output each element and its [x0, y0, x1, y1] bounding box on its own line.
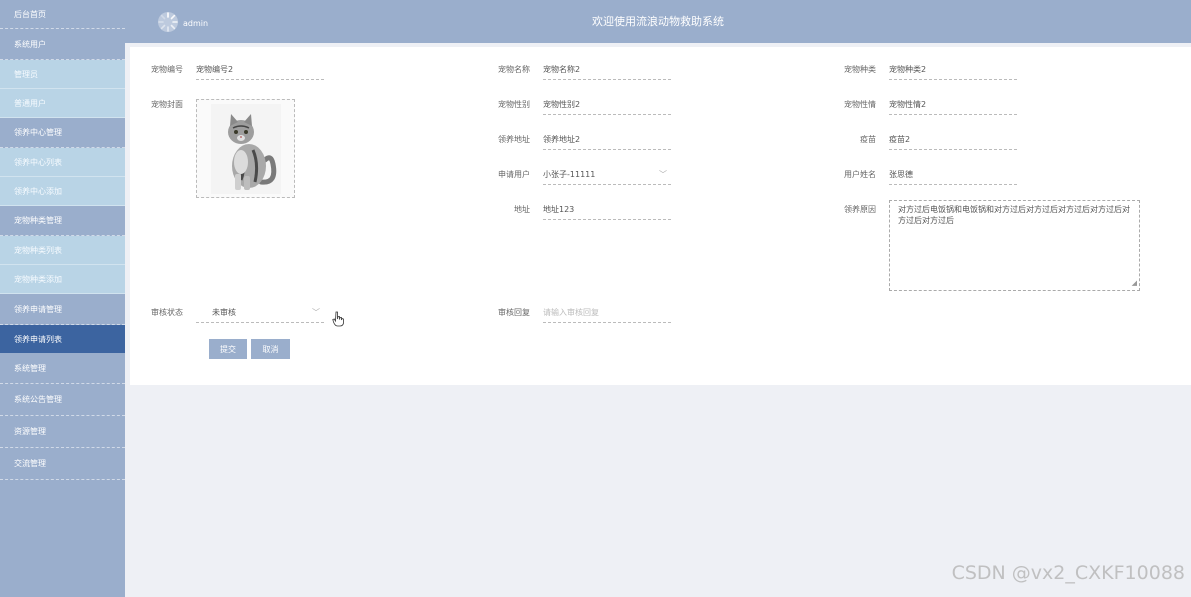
sidebar-item[interactable]: 宠物种类列表: [0, 236, 125, 265]
sidebar-item[interactable]: 领养中心列表: [0, 148, 125, 177]
sidebar-item[interactable]: 交流管理: [0, 448, 125, 480]
adopt-address-label: 领养地址: [498, 135, 530, 144]
adopt-reason-textarea[interactable]: 对方过后电饭锅和电饭锅和对方过后对方过后对方过后对方过后对方过后对方过后 ◢: [889, 200, 1140, 291]
sidebar-item[interactable]: 资源管理: [0, 416, 125, 448]
pet-name-input[interactable]: 宠物名称2: [543, 64, 671, 80]
field-vaccine: 疫苗 疫苗2: [823, 134, 1017, 150]
review-status-select[interactable]: 未审核 ﹀: [196, 307, 324, 323]
pet-personality-input[interactable]: 宠物性情2: [889, 99, 1017, 115]
user-name-label: 用户姓名: [844, 170, 876, 179]
sidebar-item[interactable]: 领养申请列表: [0, 325, 125, 353]
hand-cursor-icon: [332, 311, 344, 327]
user-name-input[interactable]: 张思德: [889, 169, 1017, 185]
vaccine-label: 疫苗: [860, 135, 876, 144]
sidebar-item[interactable]: 宠物种类添加: [0, 265, 125, 294]
field-pet-cover: 宠物封面: [130, 99, 295, 198]
sidebar-item[interactable]: 系统管理: [0, 353, 125, 384]
cat-image: [210, 103, 281, 194]
field-pet-no: 宠物编号 宠物编号2: [130, 64, 324, 80]
sidebar-item[interactable]: 领养中心添加: [0, 177, 125, 206]
field-review-status: 审核状态 未审核 ﹀: [130, 307, 324, 323]
sidebar: 后台首页 系统用户 管理员 普通用户 领养中心管理 领养中心列表 领养中心添加 宠物种类管理宠…: [0, 0, 125, 597]
field-pet-name: 宠物名称 宠物名称2: [477, 64, 671, 80]
review-status-value: 未审核: [212, 308, 236, 317]
cancel-button[interactable]: 取消: [251, 339, 290, 359]
review-status-label: 审核状态: [151, 308, 183, 317]
adopt-reason-label: 领养原因: [844, 205, 876, 214]
pet-cover-label: 宠物封面: [151, 100, 183, 109]
pet-no-input[interactable]: 宠物编号2: [196, 64, 324, 80]
applicant-value: 小张子-11111: [543, 170, 596, 179]
submit-button[interactable]: 提交: [209, 339, 247, 359]
chevron-down-icon: ﹀: [659, 170, 667, 179]
form-panel: 宠物编号 宠物编号2 宠物名称 宠物名称2 宠物种类 宠物种类2 宠物封面 宠物…: [130, 47, 1191, 385]
sidebar-item[interactable]: 系统公告管理: [0, 384, 125, 416]
sidebar-item[interactable]: 领养中心管理: [0, 118, 125, 148]
pet-type-input[interactable]: 宠物种类2: [889, 64, 1017, 80]
sidebar-item[interactable]: 管理员: [0, 60, 125, 89]
review-reply-input[interactable]: 请输入审核回复: [543, 307, 671, 323]
applicant-label: 申请用户: [498, 170, 530, 179]
sidebar-item[interactable]: 普通用户: [0, 89, 125, 118]
field-adopt-address: 领养地址 领养地址2: [477, 134, 671, 150]
field-address: 地址 地址123: [477, 204, 671, 220]
address-label: 地址: [514, 205, 530, 214]
field-review-reply: 审核回复 请输入审核回复: [477, 307, 671, 323]
sidebar-item[interactable]: 领养申请管理: [0, 294, 125, 325]
pet-cover-upload[interactable]: [196, 99, 295, 198]
chevron-down-icon: ﹀: [312, 308, 320, 317]
top-header: admin 欢迎使用流浪动物救助系统: [125, 0, 1191, 43]
field-pet-gender: 宠物性别 宠物性别2: [477, 99, 671, 115]
sidebar-item[interactable]: 系统用户: [0, 29, 125, 60]
adopt-reason-text: 对方过后电饭锅和电饭锅和对方过后对方过后对方过后对方过后对方过后对方过后: [898, 205, 1130, 225]
vaccine-input[interactable]: 疫苗2: [889, 134, 1017, 150]
applicant-select[interactable]: 小张子-11111 ﹀: [543, 169, 671, 185]
pet-personality-label: 宠物性情: [844, 100, 876, 109]
watermark: CSDN @vx2_CXKF10088: [951, 562, 1185, 584]
field-applicant: 申请用户 小张子-11111 ﹀: [477, 169, 671, 185]
field-adopt-reason: 领养原因 对方过后电饭锅和电饭锅和对方过后对方过后对方过后对方过后对方过后对方过…: [823, 200, 1140, 291]
pet-name-label: 宠物名称: [498, 65, 530, 74]
adopt-address-input[interactable]: 领养地址2: [543, 134, 671, 150]
field-pet-personality: 宠物性情 宠物性情2: [823, 99, 1017, 115]
pet-gender-label: 宠物性别: [498, 100, 530, 109]
pet-type-label: 宠物种类: [844, 65, 876, 74]
review-reply-label: 审核回复: [498, 308, 530, 317]
address-input[interactable]: 地址123: [543, 204, 671, 220]
page-title: 欢迎使用流浪动物救助系统: [592, 15, 724, 28]
pet-no-label: 宠物编号: [151, 65, 183, 74]
field-user-name: 用户姓名 张思德: [823, 169, 1017, 185]
sidebar-item[interactable]: 宠物种类管理: [0, 206, 125, 236]
field-pet-type: 宠物种类 宠物种类2: [823, 64, 1017, 80]
pet-gender-input[interactable]: 宠物性别2: [543, 99, 671, 115]
sidebar-item[interactable]: 后台首页: [0, 0, 125, 29]
resize-handle-icon[interactable]: ◢: [1132, 278, 1137, 289]
